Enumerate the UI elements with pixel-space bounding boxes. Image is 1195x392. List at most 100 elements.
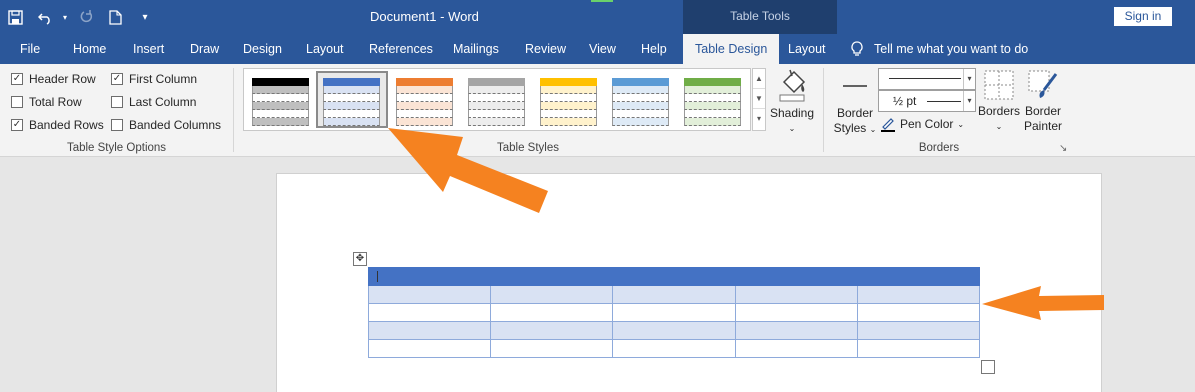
borders-button[interactable]: Borders ⌄ [978,70,1020,134]
table-cell[interactable] [612,285,736,304]
tab-design[interactable]: Design [243,34,282,64]
tab-layout[interactable]: Layout [306,34,344,64]
thumbnail-row [323,118,380,126]
pen-color-button[interactable]: Pen Color ⌄ [880,116,964,132]
table-row [367,339,981,358]
table-cell[interactable] [734,303,858,322]
border-painter-button[interactable]: Border Painter [1021,70,1065,134]
sign-in-button[interactable]: Sign in [1114,7,1172,26]
table-cell[interactable] [734,339,858,358]
undo-dropdown-icon[interactable]: ▾ [60,0,70,34]
table-cell[interactable] [612,303,736,322]
customize-qat-icon[interactable]: ▾ [130,0,160,34]
banded-rows-checkbox[interactable]: ✓ Banded Rows [11,118,104,132]
thumbnail-row [468,86,525,94]
thumbnail-row [252,110,309,118]
total-row-checkbox[interactable]: Total Row [11,95,82,109]
thumbnail-row [252,86,309,94]
gallery-more-icon[interactable]: ▾ [753,109,765,129]
last-column-checkbox[interactable]: Last Column [111,95,196,109]
text-cursor [377,271,378,282]
tab-review[interactable]: Review [525,34,566,64]
redo-icon[interactable] [70,0,100,34]
table-cell[interactable] [367,285,492,304]
tab-mailings[interactable]: Mailings [453,34,499,64]
banded-columns-checkbox[interactable]: Banded Columns [111,118,221,132]
table-cell[interactable] [367,267,492,286]
table-cell[interactable] [856,267,981,286]
line-weight-value: ½ pt [893,94,917,108]
table-cell[interactable] [367,303,492,322]
header-row-checkbox[interactable]: ✓ Header Row [11,72,96,86]
chevron-down-icon: ⌄ [869,125,877,134]
table-cell[interactable] [490,321,614,340]
table-cell[interactable] [490,303,614,322]
tab-references[interactable]: References [369,34,433,64]
table-cell[interactable] [612,267,736,286]
pen-color-label: Pen Color [900,117,954,131]
table-row [367,321,981,340]
table-row [367,303,981,322]
table-cell[interactable] [490,285,614,304]
tab-insert[interactable]: Insert [133,34,164,64]
line-style-dropdown[interactable]: ▾ [878,68,976,90]
thumbnail-header-row [252,78,309,86]
thumbnail-row [540,102,597,110]
table-styles-group-label: Table Styles [496,142,559,154]
thumbnail-row [612,86,669,94]
table-style-thumbnail[interactable] [684,78,741,126]
checkbox-icon [111,96,123,108]
border-styles-button[interactable]: Border Styles ⌄ [830,70,880,137]
tab-table-layout[interactable]: Layout [788,34,826,64]
table-cell[interactable] [856,303,981,322]
thumbnail-row [684,94,741,102]
tab-file[interactable]: File [20,34,40,64]
tab-table-design[interactable]: Table Design [683,34,780,64]
table-style-thumbnail[interactable] [612,78,669,126]
checkbox-icon [11,96,23,108]
thumbnail-row [323,110,380,118]
table-cell[interactable] [734,267,858,286]
table-cell[interactable] [612,321,736,340]
tab-home[interactable]: Home [73,34,106,64]
table-cell[interactable] [734,321,858,340]
shading-button[interactable]: Shading ⌄ [767,68,817,136]
first-column-checkbox[interactable]: ✓ First Column [111,72,197,86]
tab-help[interactable]: Help [641,34,667,64]
line-weight-dropdown[interactable]: ½ pt ▾ [878,90,976,112]
gallery-scroll-up-icon[interactable]: ▲ [753,69,765,89]
tab-draw[interactable]: Draw [190,34,219,64]
table-cell[interactable] [856,339,981,358]
banded-columns-label: Banded Columns [129,118,222,132]
table-cell[interactable] [612,339,736,358]
undo-icon[interactable] [30,0,60,34]
table-cell[interactable] [490,339,614,358]
document-table[interactable] [367,267,981,358]
dialog-launcher-icon[interactable]: ↘ [1059,143,1067,154]
thumbnail-row [540,86,597,94]
new-document-icon[interactable] [100,0,130,34]
table-style-thumbnail[interactable] [540,78,597,126]
table-style-thumbnail[interactable] [396,78,453,126]
tell-me-placeholder: Tell me what you want to do [874,42,1029,56]
table-cell[interactable] [490,267,614,286]
thumbnail-header-row [468,78,525,86]
table-move-handle-icon[interactable]: ✥ [353,252,367,266]
table-style-thumbnail[interactable] [252,78,309,126]
table-style-thumbnail[interactable] [323,78,380,126]
table-resize-handle-icon[interactable] [981,360,995,374]
total-row-label: Total Row [29,95,82,109]
table-cell[interactable] [856,321,981,340]
table-style-thumbnail[interactable] [468,78,525,126]
table-cell[interactable] [856,285,981,304]
thumbnail-row [684,86,741,94]
save-icon[interactable] [0,0,30,34]
borders-label: Borders [978,104,1021,118]
first-column-label: First Column [129,72,198,86]
table-cell[interactable] [367,339,492,358]
gallery-scroll-down-icon[interactable]: ▼ [753,89,765,109]
tell-me-box[interactable]: Tell me what you want to do [850,34,1028,64]
table-cell[interactable] [367,321,492,340]
tab-view[interactable]: View [589,34,616,64]
table-cell[interactable] [734,285,858,304]
